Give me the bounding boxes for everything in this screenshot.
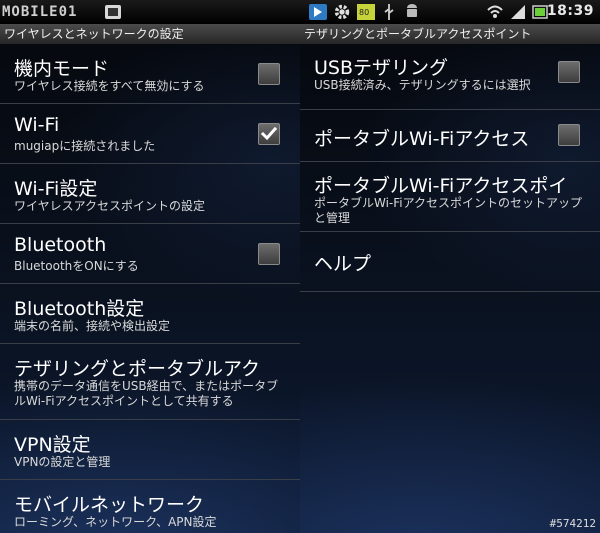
watermark: #574212 <box>549 517 596 530</box>
notify-icon <box>105 5 121 19</box>
section-header: テザリングとポータブルアクセスポイント <box>300 24 600 44</box>
gear-icon <box>334 4 350 20</box>
checkbox-bluetooth[interactable] <box>258 243 280 265</box>
section-header: ワイヤレスとネットワークの設定 <box>0 24 300 44</box>
battery-80-icon: 80 <box>357 4 375 20</box>
status-bar: 80 18:39 <box>300 0 600 24</box>
item-title: Bluetooth設定 <box>14 298 145 320</box>
item-help[interactable]: ヘルプ <box>300 232 600 292</box>
android-icon <box>407 4 417 17</box>
item-summary: BluetoothをONにする <box>14 259 139 273</box>
settings-pane-right: 80 18:39 テザリングとポータブルアクセスポイント USBテザリング US… <box>300 0 600 533</box>
item-portable-wifi-hotspot[interactable]: ポータブルWi-Fiアクセス <box>300 110 600 162</box>
item-summary: ローミング、ネットワーク、APN設定 <box>14 515 217 529</box>
item-title: ポータブルWi-Fiアクセス <box>314 128 530 150</box>
item-summary: ワイヤレス接続をすべて無効にする <box>14 79 205 93</box>
item-title: 機内モード <box>14 58 110 80</box>
item-vpn[interactable]: VPN設定 VPNの設定と管理 <box>0 420 300 480</box>
item-summary: VPNの設定と管理 <box>14 455 111 469</box>
checkbox-wifi[interactable] <box>258 123 280 145</box>
item-wifi-settings[interactable]: Wi-Fi設定 ワイヤレスアクセスポイントの設定 <box>0 164 300 224</box>
item-airplane-mode[interactable]: 機内モード ワイヤレス接続をすべて無効にする <box>0 44 300 104</box>
notify-icon <box>309 4 327 20</box>
item-bluetooth[interactable]: Bluetooth BluetoothをONにする <box>0 224 300 284</box>
item-title: テザリングとポータブルアク <box>14 358 261 380</box>
svg-text:80: 80 <box>359 8 369 17</box>
item-summary: ポータブルWi-Fiアクセスポイントのセットアップと管理 <box>314 196 583 225</box>
item-summary: 端末の名前、接続や検出設定 <box>14 319 171 333</box>
item-title: Wi-Fi <box>14 114 60 136</box>
checkbox-airplane[interactable] <box>258 63 280 85</box>
item-title: USBテザリング <box>314 57 449 79</box>
clock: 18:39 <box>546 3 594 19</box>
item-title: VPN設定 <box>14 434 91 456</box>
item-title: ポータブルWi-Fiアクセスポイ <box>314 175 568 197</box>
item-summary: USB接続済み、テザリングするには選択 <box>314 78 531 92</box>
item-bluetooth-settings[interactable]: Bluetooth設定 端末の名前、接続や検出設定 <box>0 284 300 344</box>
item-wifi[interactable]: Wi-Fi mugiapに接続されました <box>0 104 300 164</box>
item-title: モバイルネットワーク <box>14 494 205 516</box>
item-summary: mugiapに接続されました <box>14 139 156 153</box>
item-usb-tethering[interactable]: USBテザリング USB接続済み、テザリングするには選択 <box>300 44 600 110</box>
tethering-list: USBテザリング USB接続済み、テザリングするには選択 ポータブルWi-Fiア… <box>300 44 600 292</box>
signal-icon <box>511 5 525 19</box>
checkbox-portable-wifi[interactable] <box>558 124 580 146</box>
item-summary: 携帯のデータ通信をUSB経由で、またはポータブルWi-Fiアクセスポイントとして… <box>14 379 279 408</box>
item-title: Bluetooth <box>14 234 107 256</box>
battery-icon <box>532 5 548 19</box>
checkmark-icon <box>261 126 277 141</box>
usb-icon <box>384 4 394 20</box>
item-tethering[interactable]: テザリングとポータブルアク 携帯のデータ通信をUSB経由で、またはポータブルWi… <box>0 344 300 420</box>
checkbox-usb-tethering[interactable] <box>558 61 580 83</box>
item-mobile-network[interactable]: モバイルネットワーク ローミング、ネットワーク、APN設定 <box>0 480 300 533</box>
status-bar: MOBILE01 <box>0 0 300 24</box>
item-title: ヘルプ <box>314 253 372 275</box>
item-summary: ワイヤレスアクセスポイントの設定 <box>14 199 206 213</box>
settings-list: 機内モード ワイヤレス接続をすべて無効にする Wi-Fi mugiapに接続され… <box>0 44 300 533</box>
brand-logo: MOBILE01 <box>2 4 78 20</box>
wifi-icon <box>487 5 503 18</box>
settings-pane-left: MOBILE01 ワイヤレスとネットワークの設定 機内モード ワイヤレス接続をす… <box>0 0 301 533</box>
item-title: Wi-Fi設定 <box>14 178 98 200</box>
item-portable-wifi-settings[interactable]: ポータブルWi-Fiアクセスポイ ポータブルWi-Fiアクセスポイントのセットア… <box>300 162 600 232</box>
